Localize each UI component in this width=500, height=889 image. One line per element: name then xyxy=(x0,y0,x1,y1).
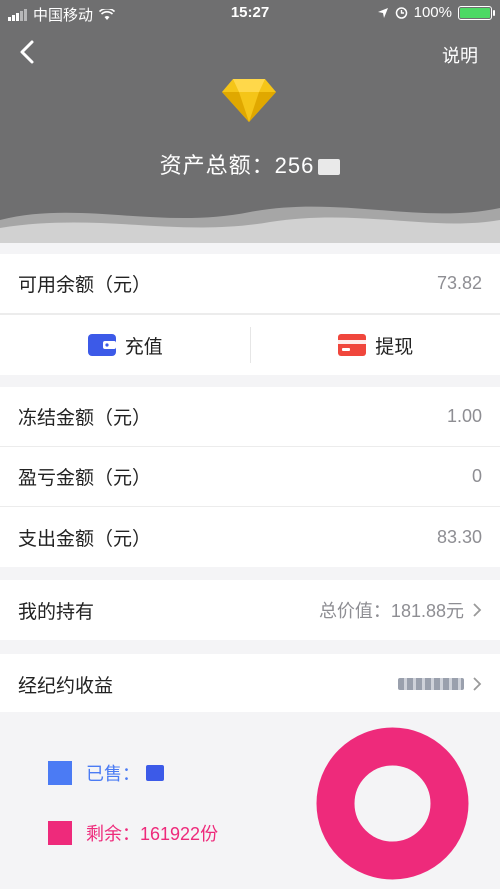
action-bar: 充值 提现 xyxy=(0,314,500,375)
recharge-label: 充值 xyxy=(124,336,163,358)
holdings-value-group: 总价值：181.88元 xyxy=(319,597,482,623)
bank-card-icon xyxy=(338,334,367,356)
detail-row-expense: 支出金额（元） 83.30 xyxy=(0,507,500,567)
battery-percent: 100% xyxy=(413,4,452,21)
total-assets: 资产总额：256 xyxy=(0,148,500,180)
donut-remaining-ring xyxy=(316,727,469,880)
profit-loss-label: 盈亏金额（元） xyxy=(18,468,152,489)
battery-icon xyxy=(458,5,495,20)
holdings-label: 我的持有 xyxy=(18,601,95,623)
brokerage-row[interactable]: 经纪约收益 xyxy=(0,654,500,714)
sold-label: 已售： xyxy=(86,764,140,784)
sold-masked-value xyxy=(146,765,164,781)
details-card: 冻结金额（元） 1.00 盈亏金额（元） 0 支出金额（元） 83.30 xyxy=(0,387,500,567)
detail-row-frozen: 冻结金额（元） 1.00 xyxy=(0,387,500,447)
withdraw-button[interactable]: 提现 xyxy=(251,315,500,375)
holdings-card: 我的持有 总价值：181.88元 xyxy=(0,580,500,640)
frozen-label: 冻结金额（元） xyxy=(18,408,152,429)
sold-swatch xyxy=(48,761,72,785)
brokerage-label: 经纪约收益 xyxy=(18,675,114,697)
legend-sold: 已售： xyxy=(48,760,164,786)
expense-label: 支出金额（元） xyxy=(18,528,152,550)
remaining-label: 剩余：161922份 xyxy=(86,824,219,844)
remaining-swatch xyxy=(48,821,72,845)
brokerage-card: 经纪约收益 xyxy=(0,654,500,714)
holdings-value: 总价值：181.88元 xyxy=(318,601,464,621)
asset-header: 中国移动 15:27 100% 说明 资产总额：256 xyxy=(0,0,500,243)
balance-row: 可用余额（元） 73.82 xyxy=(0,254,500,314)
share-donut-chart xyxy=(316,727,469,880)
brokerage-masked-value xyxy=(398,678,464,690)
total-label: 资产总额： xyxy=(159,153,275,178)
status-right: 100% xyxy=(377,4,495,21)
recharge-button[interactable]: 充值 xyxy=(0,315,250,375)
withdraw-label: 提现 xyxy=(375,336,414,358)
alarm-icon xyxy=(395,7,407,19)
detail-row-profit-loss: 盈亏金额（元） 0 xyxy=(0,447,500,507)
balance-card: 可用余额（元） 73.82 充值 提现 xyxy=(0,254,500,375)
balance-value: 73.82 xyxy=(436,273,482,293)
chevron-right-icon xyxy=(473,603,482,617)
help-link[interactable]: 说明 xyxy=(442,42,478,68)
total-value: 256 xyxy=(274,153,315,178)
status-bar: 中国移动 15:27 100% xyxy=(0,0,500,26)
holdings-row[interactable]: 我的持有 总价值：181.88元 xyxy=(0,580,500,640)
diamond-icon xyxy=(222,79,276,122)
frozen-value: 1.00 xyxy=(446,406,482,426)
header-wave xyxy=(0,206,500,243)
total-masked xyxy=(318,159,341,176)
expense-value: 83.30 xyxy=(436,526,482,547)
legend-remaining: 剩余：161922份 xyxy=(48,820,218,846)
brokerage-value-group xyxy=(398,676,482,692)
wallet-icon xyxy=(87,334,116,356)
balance-label: 可用余额（元） xyxy=(18,275,152,296)
chevron-right-icon xyxy=(473,677,482,691)
location-icon xyxy=(377,7,388,18)
back-chevron-icon[interactable] xyxy=(14,38,40,66)
profit-loss-value: 0 xyxy=(471,466,482,486)
